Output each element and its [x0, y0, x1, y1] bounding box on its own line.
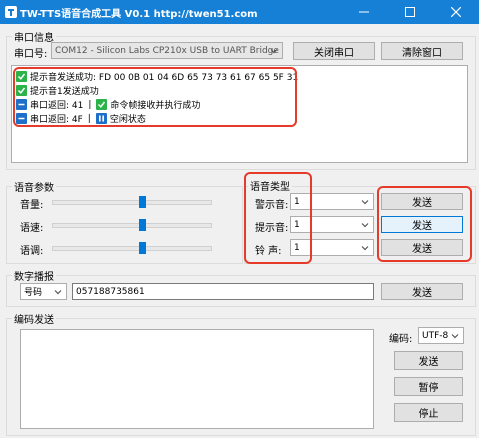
send-buttons-highlight-box: [377, 186, 472, 262]
slider-track: [52, 200, 212, 205]
encode-pause-button[interactable]: 暂停: [394, 377, 463, 396]
window-title: TW-TTS语音合成工具 V0.1 http://twen51.com: [20, 9, 258, 20]
encode-send-label: 编码发送: [12, 311, 56, 326]
app-icon: [4, 5, 18, 19]
speed-label: 语速:: [20, 223, 44, 234]
chevron-down-icon: [361, 222, 369, 227]
title-bar: TW-TTS语音合成工具 V0.1 http://twen51.com: [0, 0, 479, 24]
close-icon[interactable]: [433, 0, 479, 24]
chevron-down-icon: [270, 48, 278, 53]
number-mode-select[interactable]: 号码: [20, 283, 67, 300]
number-input[interactable]: 057188735861: [72, 283, 374, 300]
chevron-down-icon: [54, 289, 62, 294]
send-number-button[interactable]: 发送: [381, 283, 463, 300]
maximize-icon[interactable]: [387, 0, 433, 24]
encode-send-button[interactable]: 发送: [394, 351, 463, 370]
speed-slider[interactable]: [52, 219, 212, 233]
volume-slider[interactable]: [52, 196, 212, 210]
encoding-select[interactable]: UTF-8: [418, 327, 464, 344]
port-select[interactable]: COM12 - Silicon Labs CP210x USB to UART …: [51, 42, 283, 59]
encoding-label: 编码:: [389, 334, 413, 345]
encode-stop-button[interactable]: 停止: [394, 403, 463, 422]
slider-thumb[interactable]: [139, 242, 146, 254]
encode-textarea[interactable]: [20, 329, 374, 429]
slider-thumb[interactable]: [139, 219, 146, 231]
serial-info-label: 串口信息: [12, 29, 56, 44]
slider-thumb[interactable]: [139, 196, 146, 208]
close-port-button[interactable]: 关闭串口: [293, 42, 375, 60]
voice-type-highlight-box: [244, 172, 312, 264]
port-value: COM12 - Silicon Labs CP210x USB to UART …: [55, 45, 283, 56]
pitch-label: 语调:: [20, 246, 44, 257]
slider-track: [52, 223, 212, 228]
encoding-value: UTF-8: [422, 330, 449, 341]
port-label: 串口号:: [14, 49, 48, 60]
clear-window-button[interactable]: 清除窗口: [381, 42, 463, 60]
voice-params-label: 语音参数: [12, 179, 56, 194]
log-highlight-box: [13, 67, 297, 127]
volume-label: 音量:: [20, 200, 44, 211]
number-broadcast-label: 数字播报: [12, 268, 56, 283]
chevron-down-icon: [361, 199, 369, 204]
chevron-down-icon: [361, 245, 369, 250]
slider-track: [52, 246, 212, 251]
chevron-down-icon: [451, 333, 459, 338]
minimize-icon[interactable]: [341, 0, 387, 24]
pitch-slider[interactable]: [52, 242, 212, 256]
number-mode-value: 号码: [24, 288, 43, 298]
